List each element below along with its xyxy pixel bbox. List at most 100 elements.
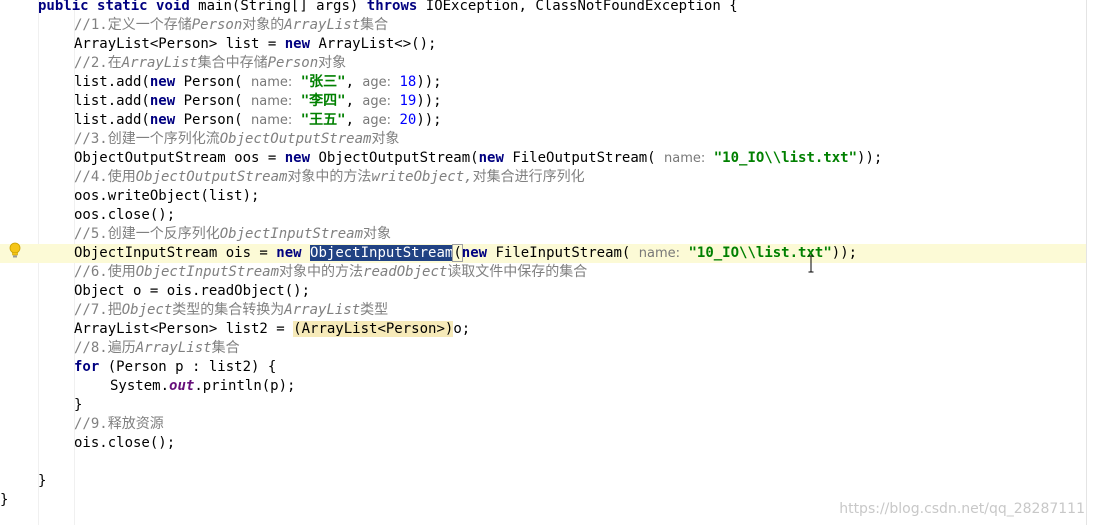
keyword: new: [149, 74, 176, 90]
code-line[interactable]: }: [0, 472, 46, 491]
keyword: for: [74, 359, 100, 375]
code-text: ois.close();: [74, 435, 176, 451]
comment: 对集合进行序列化: [472, 169, 585, 185]
comment: ObjectInputStream: [219, 226, 364, 242]
code-line[interactable]: ArrayList<Person> list = new ArrayList<>…: [0, 35, 436, 54]
comment: //8.: [74, 340, 108, 356]
comment-line[interactable]: //3.创建一个序列化流ObjectOutputStream对象: [0, 130, 399, 149]
code-text: oos.close();: [74, 207, 176, 223]
comment-line[interactable]: //1.定义一个存储Person对象的ArrayList集合: [0, 16, 388, 35]
code-editor[interactable]: public static void main(String[] args) t…: [0, 0, 1095, 525]
comment: ArrayList: [121, 55, 198, 71]
comment: ObjectOutputStream: [219, 131, 372, 147]
comment: 对象: [318, 55, 347, 71]
code-text: list.add(: [74, 93, 150, 109]
comment: Person: [191, 17, 243, 33]
current-code-line[interactable]: ObjectInputStream ois = new ObjectInputS…: [0, 244, 1086, 263]
comment: //7.: [74, 302, 108, 318]
keyword: static: [97, 0, 148, 14]
comment: //9.: [74, 416, 108, 432]
comment: ObjectInputStream: [135, 264, 280, 280]
code-text: (Person p : list2) {: [99, 359, 277, 375]
comment: 对象的: [242, 17, 285, 33]
code-line[interactable]: }: [0, 491, 8, 510]
code-line[interactable]: ObjectOutputStream oos = new ObjectOutpu…: [0, 149, 882, 168]
selected-text[interactable]: ObjectInputStream: [310, 245, 454, 261]
code-text: Person(: [175, 74, 252, 90]
code-line[interactable]: oos.close();: [0, 206, 175, 225]
string-literal: "李四": [300, 93, 346, 109]
static-field: out: [169, 378, 195, 394]
comment-line[interactable]: //2.在ArrayList集合中存储Person对象: [0, 54, 346, 73]
comment: 使用: [107, 169, 136, 185]
code-line[interactable]: list.add(new Person( name: "张三", age: 18…: [0, 73, 442, 92]
comment: 集合: [211, 340, 240, 356]
redundant-cast-highlight[interactable]: (ArrayList<Person>): [293, 321, 454, 337]
comment: //6.: [74, 264, 108, 280]
comment: //1.: [74, 17, 108, 33]
parameter-hint: name:: [251, 94, 293, 109]
code-line[interactable]: list.add(new Person( name: "李四", age: 19…: [0, 92, 442, 111]
code-text: ArrayList<>();: [310, 36, 437, 52]
code-text: .println(p);: [194, 378, 296, 394]
comment: 把: [107, 302, 122, 318]
code-text: System.: [110, 378, 170, 394]
watermark: https://blog.csdn.net/qq_28287111: [839, 501, 1085, 517]
comment: writeObject,: [371, 169, 473, 185]
code-text: Person(: [175, 93, 252, 109]
keyword: public: [38, 0, 89, 14]
comment: 创建一个反序列化: [107, 226, 220, 242]
code-line[interactable]: public static void main(String[] args) t…: [0, 0, 738, 16]
keyword: throws: [366, 0, 418, 14]
keyword: new: [149, 93, 176, 109]
comment: Person: [267, 55, 319, 71]
comment: Object: [121, 302, 173, 318]
code-line[interactable]: for (Person p : list2) {: [0, 358, 276, 377]
code-text: Object o = ois.readObject();: [74, 283, 311, 299]
code-line[interactable]: ArrayList<Person> list2 = (ArrayList<Per…: [0, 320, 470, 339]
comment-line[interactable]: //5.创建一个反序列化ObjectInputStream对象: [0, 225, 391, 244]
code-text: ArrayList<Person> list =: [74, 36, 285, 52]
string-literal: "10_IO\\list.txt": [713, 150, 858, 166]
code-text: list.add(: [74, 112, 150, 128]
code-text: }: [0, 492, 9, 508]
string-literal: "王五": [300, 112, 346, 128]
code-line[interactable]: ois.close();: [0, 434, 175, 453]
code-text: FileOutputStream(: [503, 150, 665, 166]
comment: 在: [107, 55, 122, 71]
code-text: ObjectOutputStream oos =: [74, 150, 285, 166]
comment-line[interactable]: //8.遍历ArrayList集合: [0, 339, 240, 358]
comment-line[interactable]: //4.使用ObjectOutputStream对象中的方法writeObjec…: [0, 168, 585, 187]
comment-line[interactable]: //6.使用ObjectInputStream对象中的方法readObject读…: [0, 263, 587, 282]
string-literal: "张三": [300, 74, 346, 90]
comment: 对象: [371, 131, 400, 147]
code-text: o;: [453, 321, 471, 337]
code-line[interactable]: list.add(new Person( name: "王五", age: 20…: [0, 111, 442, 130]
comment-line[interactable]: //7.把Object类型的集合转换为ArrayList类型: [0, 301, 388, 320]
code-text: ArrayList<Person> list2 =: [74, 321, 294, 337]
comment: //5.: [74, 226, 108, 242]
code-line[interactable]: Object o = ois.readObject();: [0, 282, 310, 301]
lightbulb-icon[interactable]: [8, 241, 22, 259]
number-literal: 20: [399, 112, 417, 128]
comment-line[interactable]: //9.释放资源: [0, 415, 164, 434]
comment: ArrayList: [135, 340, 212, 356]
code-text: ObjectInputStream ois =: [74, 245, 277, 261]
keyword: new: [276, 245, 302, 261]
comment: 读取文件中保存的集合: [447, 264, 588, 280]
parameter-hint: name:: [251, 113, 293, 128]
code-line[interactable]: System.out.println(p);: [0, 377, 295, 396]
code-text: ,: [345, 112, 363, 128]
code-text: main(String[] args): [189, 0, 367, 14]
comment: 集合中存储: [197, 55, 268, 71]
comment: 遍历: [107, 340, 136, 356]
comment: 类型: [360, 302, 389, 318]
code-text: ,: [345, 93, 363, 109]
parameter-hint: age:: [362, 75, 392, 90]
code-line[interactable]: oos.writeObject(list);: [0, 187, 259, 206]
matching-paren: (: [452, 244, 463, 262]
comment: //3.: [74, 131, 108, 147]
comment: //2.: [74, 55, 108, 71]
code-line[interactable]: }: [0, 396, 82, 415]
parameter-hint: name:: [664, 151, 706, 166]
